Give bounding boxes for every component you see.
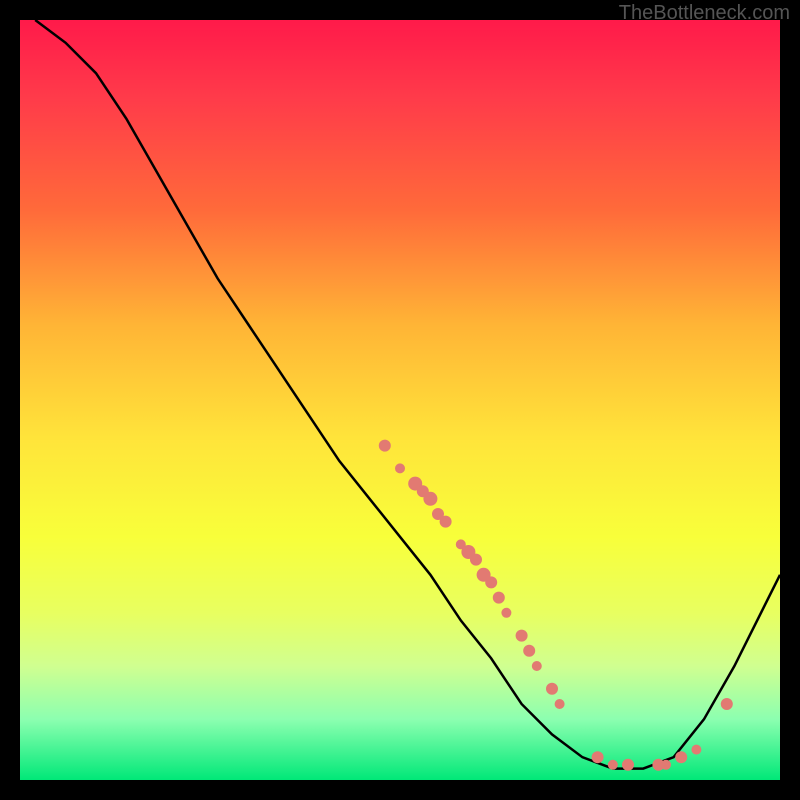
data-point	[501, 608, 511, 618]
data-point	[555, 699, 565, 709]
data-point	[592, 751, 604, 763]
data-point	[661, 760, 671, 770]
axis-bottom	[17, 780, 783, 783]
data-point	[493, 592, 505, 604]
data-point	[721, 698, 733, 710]
data-point	[516, 630, 528, 642]
data-point	[395, 463, 405, 473]
data-point	[523, 645, 535, 657]
data-point	[485, 576, 497, 588]
bottleneck-curve	[35, 20, 780, 769]
data-points-group	[379, 440, 733, 771]
data-point	[546, 683, 558, 695]
watermark-text: TheBottleneck.com	[619, 2, 790, 25]
chart-svg	[20, 20, 780, 780]
data-point	[440, 516, 452, 528]
data-point	[691, 745, 701, 755]
plot-area	[20, 20, 780, 780]
data-point	[675, 751, 687, 763]
data-point	[470, 554, 482, 566]
chart-container: TheBottleneck.com	[0, 0, 800, 800]
data-point	[423, 492, 437, 506]
axis-left	[17, 20, 20, 783]
data-point	[532, 661, 542, 671]
data-point	[608, 760, 618, 770]
data-point	[622, 759, 634, 771]
data-point	[379, 440, 391, 452]
